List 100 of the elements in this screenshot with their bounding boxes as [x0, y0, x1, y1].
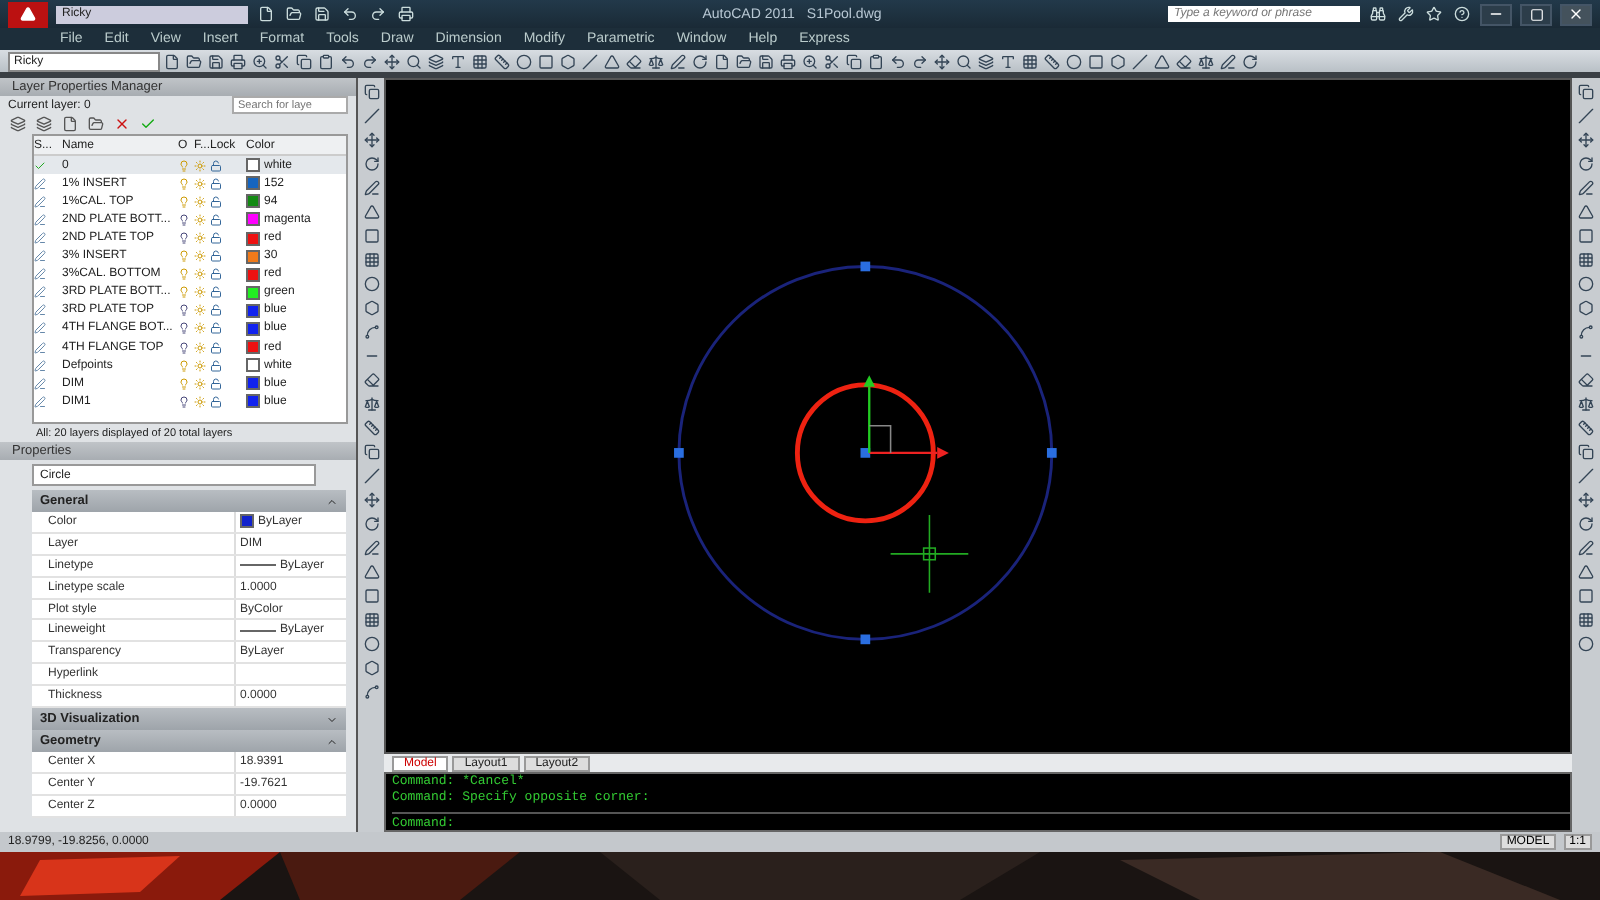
undo-icon[interactable]: [888, 51, 908, 71]
pen-icon[interactable]: [1576, 178, 1596, 198]
copy-icon[interactable]: [844, 51, 864, 71]
pen-icon[interactable]: [361, 178, 381, 198]
unlock-icon[interactable]: [210, 341, 222, 354]
color-swatch[interactable]: [246, 340, 260, 355]
bulb-icon[interactable]: [178, 304, 190, 317]
bulb-icon[interactable]: [178, 232, 190, 245]
copy-icon[interactable]: [1576, 82, 1596, 102]
move-icon[interactable]: [382, 51, 402, 71]
undo-icon[interactable]: [338, 51, 358, 71]
circle-icon[interactable]: [514, 51, 534, 71]
color-swatch[interactable]: [246, 176, 260, 191]
bulb-icon[interactable]: [178, 213, 190, 226]
unlock-icon[interactable]: [210, 177, 222, 190]
color-swatch[interactable]: [246, 249, 260, 264]
unlock-icon[interactable]: [210, 159, 222, 172]
check-icon[interactable]: [138, 113, 158, 133]
circle-icon[interactable]: [1064, 51, 1084, 71]
redo-icon[interactable]: [360, 51, 380, 71]
color-swatch[interactable]: [246, 194, 260, 209]
unlock-icon[interactable]: [210, 395, 222, 408]
triangle-icon[interactable]: [1152, 51, 1172, 71]
hexagon-icon[interactable]: [1108, 51, 1128, 71]
file-icon[interactable]: [712, 51, 732, 71]
triangle-icon[interactable]: [361, 202, 381, 222]
circle-icon[interactable]: [1576, 274, 1596, 294]
move-icon[interactable]: [361, 490, 381, 510]
redo-icon[interactable]: [368, 4, 388, 24]
move-icon[interactable]: [932, 51, 952, 71]
printer-icon[interactable]: [778, 51, 798, 71]
unlock-icon[interactable]: [210, 377, 222, 390]
rotate-icon[interactable]: [1240, 51, 1260, 71]
unlock-icon[interactable]: [210, 304, 222, 317]
copy-icon[interactable]: [1576, 442, 1596, 462]
grid-icon[interactable]: [470, 51, 490, 71]
layers-icon[interactable]: [8, 113, 28, 133]
color-swatch[interactable]: [246, 358, 260, 373]
folder-icon[interactable]: [86, 113, 106, 133]
grid-icon[interactable]: [361, 610, 381, 630]
file-icon[interactable]: [256, 4, 276, 24]
spline-icon[interactable]: [361, 322, 381, 342]
unlock-icon[interactable]: [210, 250, 222, 263]
file-icon[interactable]: [162, 51, 182, 71]
circle-icon[interactable]: [361, 634, 381, 654]
ruler-icon[interactable]: [1576, 418, 1596, 438]
star-icon[interactable]: [1424, 4, 1444, 24]
grip-handle[interactable]: [1046, 448, 1057, 458]
hexagon-icon[interactable]: [361, 658, 381, 678]
bulb-icon[interactable]: [178, 341, 190, 354]
grip-handle[interactable]: [860, 261, 871, 272]
pen-icon[interactable]: [1576, 538, 1596, 558]
layers-icon[interactable]: [426, 51, 446, 71]
hexagon-icon[interactable]: [361, 298, 381, 318]
copy-icon[interactable]: [361, 82, 381, 102]
scale-icon[interactable]: [1196, 51, 1216, 71]
pen-icon[interactable]: [668, 51, 688, 71]
printer-icon[interactable]: [228, 51, 248, 71]
bulb-icon[interactable]: [178, 322, 190, 335]
color-swatch[interactable]: [246, 212, 260, 227]
spline-icon[interactable]: [361, 682, 381, 702]
zoom-icon[interactable]: [800, 51, 820, 71]
unlock-icon[interactable]: [210, 322, 222, 335]
color-swatch[interactable]: [246, 231, 260, 246]
line-icon[interactable]: [361, 106, 381, 126]
scale-icon[interactable]: [361, 394, 381, 414]
grid-icon[interactable]: [361, 250, 381, 270]
move-icon[interactable]: [1576, 130, 1596, 150]
move-icon[interactable]: [1576, 490, 1596, 510]
folder-icon[interactable]: [284, 4, 304, 24]
close-button[interactable]: [1560, 3, 1592, 25]
eraser-icon[interactable]: [1576, 370, 1596, 390]
rotate-icon[interactable]: [1576, 514, 1596, 534]
color-swatch[interactable]: [246, 303, 260, 318]
spline-icon[interactable]: [1576, 322, 1596, 342]
square-icon[interactable]: [1576, 226, 1596, 246]
application-menu-button[interactable]: [8, 1, 48, 27]
wrench-icon[interactable]: [1396, 4, 1416, 24]
color-swatch[interactable]: [246, 376, 260, 391]
scale-icon[interactable]: [1576, 394, 1596, 414]
unlock-icon[interactable]: [210, 232, 222, 245]
text-icon[interactable]: [448, 51, 468, 71]
color-swatch[interactable]: [246, 267, 260, 282]
line-icon[interactable]: [1576, 466, 1596, 486]
layers-icon[interactable]: [976, 51, 996, 71]
maximize-button[interactable]: [1520, 3, 1552, 25]
color-swatch[interactable]: [246, 158, 260, 173]
scissors-icon[interactable]: [272, 51, 292, 71]
grip-handle[interactable]: [860, 448, 871, 458]
ruler-icon[interactable]: [492, 51, 512, 71]
eraser-icon[interactable]: [1174, 51, 1194, 71]
ruler-icon[interactable]: [1042, 51, 1062, 71]
printer-icon[interactable]: [396, 4, 416, 24]
line-icon[interactable]: [1576, 106, 1596, 126]
color-swatch[interactable]: [246, 285, 260, 300]
move-icon[interactable]: [361, 130, 381, 150]
hexagon-icon[interactable]: [1576, 298, 1596, 318]
layers-icon[interactable]: [34, 113, 54, 133]
pen-icon[interactable]: [361, 538, 381, 558]
circle-icon[interactable]: [1576, 634, 1596, 654]
